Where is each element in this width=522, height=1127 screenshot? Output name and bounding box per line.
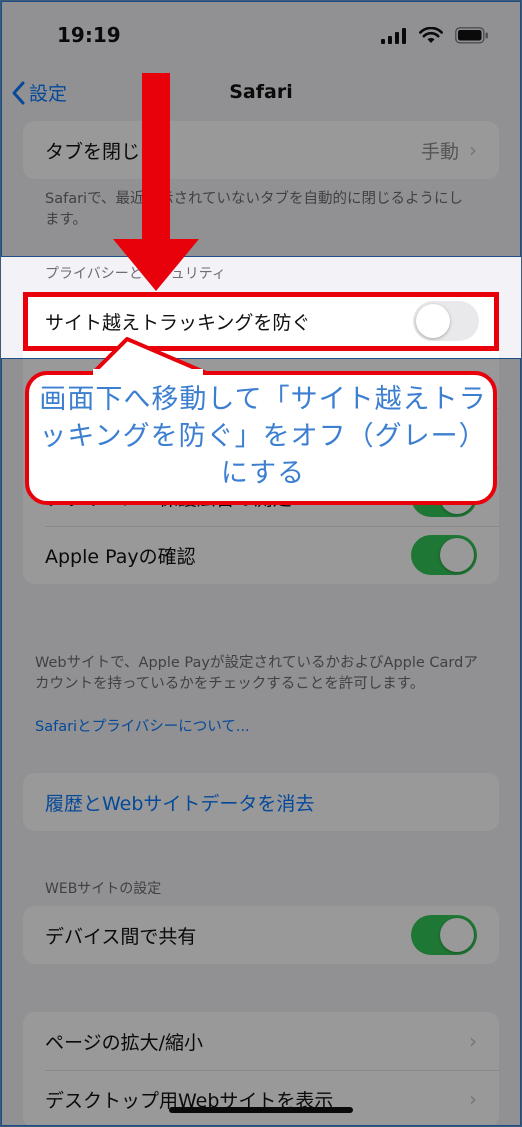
dim-overlay-top: [1, 1, 521, 257]
screen: 19:19 設定 Safari タブを閉じる 手動 › Safariで、最近表示…: [0, 0, 522, 1127]
arrow-down-icon: [113, 73, 199, 291]
callout-pointer-cover: [93, 369, 203, 377]
callout-text: 画面下へ移動して「サイト越えトラッキングを防ぐ」をオフ（グレー）にする: [39, 384, 487, 489]
